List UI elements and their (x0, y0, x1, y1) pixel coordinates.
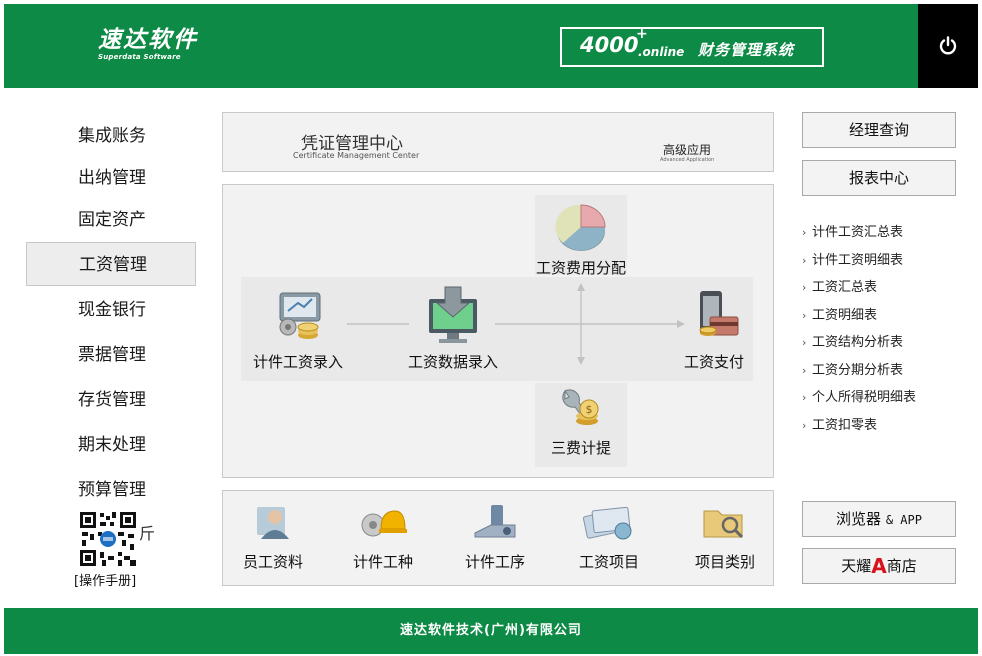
manual-label: 操作手册 (79, 574, 132, 589)
wage-cost-allocation-label: 工资费用分配 (535, 259, 626, 277)
power-button[interactable] (918, 4, 978, 88)
advanced-app-title[interactable]: 高级应用 (663, 141, 711, 158)
browser-app-button[interactable]: 浏览器 & APP (802, 501, 956, 537)
piece-work-type-label: 计件工种 (352, 553, 413, 571)
manager-query-button[interactable]: 经理查询 (802, 112, 956, 148)
nav-item-inventory[interactable]: 存货管理 (26, 378, 196, 422)
item-category[interactable]: 项目类别 (675, 503, 775, 572)
report-link[interactable]: › 工资结构分析表 (802, 331, 903, 350)
store-logo-mark: A (871, 554, 887, 578)
three-fees-label: 三费计提 (550, 439, 611, 457)
nav-item-budget[interactable]: 预算管理 (26, 468, 196, 512)
wage-data-entry-label: 工资数据录入 (407, 353, 498, 371)
logo-cn: 速达软件 (98, 27, 198, 53)
category-icon (703, 510, 744, 539)
store-button[interactable]: 天耀A商店 (802, 548, 956, 584)
nav-item-fixed-assets[interactable]: 固定资产 (26, 198, 196, 242)
chevron-right-icon: › (802, 309, 807, 322)
browser-app-label: & APP (885, 513, 922, 527)
power-icon (939, 36, 957, 55)
nav-item-bills[interactable]: 票据管理 (26, 333, 196, 377)
brand-online: .online (638, 45, 685, 59)
nav-item-cash-bank[interactable]: 现金银行 (26, 288, 196, 332)
chevron-right-icon: › (802, 281, 807, 294)
item-category-label: 项目类别 (694, 553, 755, 571)
company-name: 速达软件技术(广州)有限公司 (400, 623, 582, 638)
pie-chart-icon (555, 204, 606, 251)
chevron-right-icon: › (802, 364, 807, 377)
wage-items-label: 工资项目 (578, 553, 639, 571)
report-center-button[interactable]: 报表中心 (802, 160, 956, 196)
employee-icon (257, 507, 289, 539)
wage-data-entry-icon (429, 286, 477, 343)
report-link[interactable]: › 计件工资明细表 (802, 249, 903, 268)
brand-number: 4000 (580, 33, 639, 57)
piece-wage-entry[interactable]: 计件工资录入 (243, 289, 353, 372)
wage-data-entry[interactable]: 工资数据录入 (403, 285, 503, 372)
svg-text:$: $ (586, 403, 593, 416)
piece-process[interactable]: 计件工序 (445, 503, 545, 572)
employee-info[interactable]: 员工资料 (223, 503, 323, 572)
chevron-right-icon: › (802, 254, 807, 267)
piece-process-label: 计件工序 (464, 553, 525, 571)
wage-items[interactable]: 工资项目 (559, 503, 659, 572)
chevron-right-icon: › (802, 226, 807, 239)
wrench-coin-icon: $ (562, 389, 599, 425)
report-link[interactable]: › 个人所得税明细表 (802, 386, 916, 405)
piece-wage-entry-label: 计件工资录入 (252, 353, 343, 371)
certificate-center-panel[interactable]: 凭证管理中心 Certificate Management Center 高级应… (222, 112, 774, 172)
chevron-right-icon: › (802, 336, 807, 349)
employee-info-label: 员工资料 (242, 553, 303, 571)
manual-link[interactable]: [操作手册] (74, 570, 136, 589)
process-icon (474, 505, 516, 538)
nav-item-payroll[interactable]: 工资管理 (26, 242, 196, 286)
worker-type-icon (361, 510, 407, 537)
wage-payment[interactable]: 工资支付 (669, 287, 759, 372)
chevron-right-icon: › (802, 391, 807, 404)
product-brand: 4000 + .online 财务管理系统 (560, 26, 824, 67)
wage-cost-allocation[interactable]: 工资费用分配 (529, 197, 633, 278)
qr-side-text: 斤 (139, 524, 156, 543)
piece-wage-entry-icon (279, 292, 321, 339)
browser-label: 浏览器 (836, 510, 882, 528)
payroll-flow-panel: 计件工资录入 工资数据录入 工资费用分配 工资支付 $ 三费计提 (222, 184, 774, 478)
nav-item-integrated-accounting[interactable]: 集成账务 (26, 114, 196, 158)
nav-item-cashier[interactable]: 出纳管理 (26, 156, 196, 200)
advanced-app-subtitle: Advanced Application (660, 157, 715, 163)
wage-item-icon (582, 506, 632, 540)
qr-code[interactable] (78, 510, 138, 568)
cert-subtitle: Certificate Management Center (293, 151, 420, 160)
app-logo: 速达软件 Superdata Software (98, 28, 198, 61)
three-fees-accrual[interactable]: $ 三费计提 (537, 385, 625, 458)
nav-item-period-end[interactable]: 期末处理 (26, 423, 196, 467)
report-link[interactable]: › 工资分期分析表 (802, 359, 903, 378)
chevron-right-icon: › (802, 419, 807, 432)
header-bar: 速达软件 Superdata Software 4000 + .online 财… (4, 4, 978, 88)
brand-title: 财务管理系统 (698, 41, 795, 59)
report-link[interactable]: › 工资汇总表 (802, 276, 877, 295)
report-link[interactable]: › 计件工资汇总表 (802, 221, 903, 240)
report-link[interactable]: › 工资明细表 (802, 304, 877, 323)
report-link[interactable]: › 工资扣零表 (802, 414, 877, 433)
payment-card-icon (699, 291, 739, 336)
payroll-settings-bar: 员工资料 计件工种 计件工序 工资项目 项目类别 (222, 490, 774, 586)
brand-plus: + (636, 26, 648, 42)
piece-work-type[interactable]: 计件工种 (333, 503, 433, 572)
footer-bar: 速达软件技术(广州)有限公司 (4, 608, 978, 654)
logo-en: Superdata Software (98, 53, 181, 61)
wage-payment-label: 工资支付 (683, 353, 744, 371)
store-prefix: 天耀 (841, 557, 872, 575)
store-suffix: 商店 (886, 557, 917, 575)
